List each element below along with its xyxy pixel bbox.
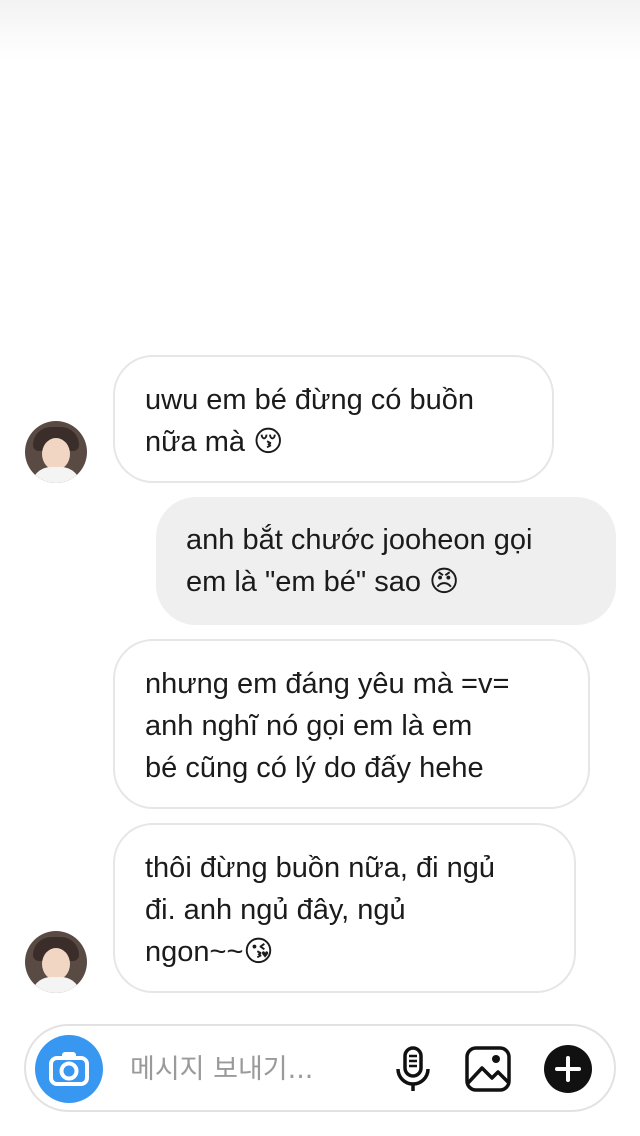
message-bubble-incoming[interactable]: uwu em bé đừng có buồn nữa mà 😚 (113, 355, 554, 483)
message-bubble-incoming[interactable]: thôi đừng buồn nữa, đi ngủ đi. anh ngủ đ… (113, 823, 576, 993)
camera-icon (49, 1052, 89, 1086)
message-thread[interactable]: uwu em bé đừng có buồn nữa mà 😚 anh bắt … (0, 0, 640, 1010)
avatar-shirt (31, 467, 81, 483)
image-gallery-icon (465, 1046, 511, 1092)
avatar-shirt (31, 977, 81, 993)
avatar-face (42, 948, 70, 980)
microphone-icon (396, 1046, 430, 1091)
avatar[interactable] (25, 931, 87, 993)
message-bubble-outgoing[interactable]: anh bắt chước jooheon gọi em là "em bé" … (156, 497, 616, 625)
microphone-button[interactable] (388, 1044, 438, 1094)
message-bubble-incoming[interactable]: nhưng em đáng yêu mà =v= anh nghĩ nó gọi… (113, 639, 590, 809)
plus-icon (544, 1045, 592, 1093)
camera-button[interactable] (35, 1035, 103, 1103)
gallery-button[interactable] (463, 1044, 513, 1094)
avatar-face (42, 438, 70, 470)
message-composer (24, 1024, 616, 1112)
more-button[interactable] (542, 1043, 594, 1095)
avatar[interactable] (25, 421, 87, 483)
message-input[interactable] (130, 1046, 380, 1092)
